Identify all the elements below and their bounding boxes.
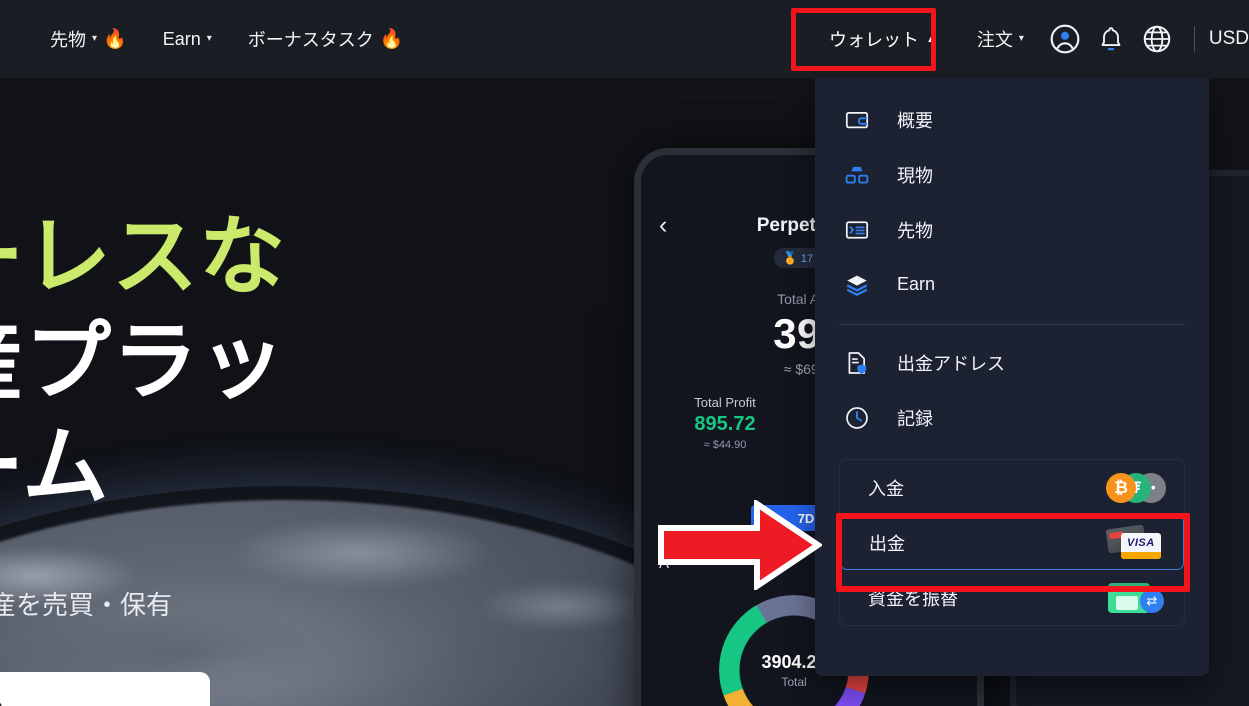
page-root: ーレスな 産プラッ ーム 資産を売買・保有 する ‹ Perpetual P 🏅… [0, 0, 1249, 706]
dropdown-item-history[interactable]: 記録 [815, 390, 1209, 445]
nav-item-bonus-task-label: ボーナスタスク [247, 30, 374, 50]
chevron-down-icon: ▾ [206, 33, 212, 44]
chevron-down-icon: ▾ [92, 33, 98, 44]
top-navigation-bar: 先物 ▾ 🔥 Earn ▾ ボーナスタスク 🔥 ウォレット ▲ 注文 ▾ USD [0, 0, 1249, 78]
nav-item-futures-label: 先物 [50, 30, 86, 50]
phone-stat-profit-value: 895.72 [694, 413, 756, 435]
futures-icon [843, 216, 871, 244]
dropdown-action-transfer[interactable]: 資金を振替 ⇄ [840, 570, 1184, 625]
visa-card-icon: VISA [1121, 532, 1161, 559]
wallet-icon [843, 106, 871, 134]
coin-cluster: •• ₮ ₿ [1106, 472, 1166, 503]
medal-icon: 🏅 [782, 251, 798, 265]
chevron-down-icon: ▾ [1018, 33, 1024, 44]
notification-bell-icon[interactable] [1088, 16, 1134, 62]
nav-item-orders[interactable]: 注文 ▾ [959, 26, 1042, 52]
withdrawal-address-icon [843, 349, 871, 377]
dropdown-item-withdrawal-address[interactable]: 出金アドレス [815, 335, 1209, 390]
hero-headline-line-3: ーム [0, 418, 110, 515]
earn-layers-icon [843, 271, 871, 299]
dropdown-actions-card: 入金 •• ₮ ₿ 出金 VISA [839, 459, 1185, 626]
wallet-dropdown-menu: 概要 現物 先物 Earn 出金アドレス 記録 入金 ₿ 出金 VISA 資金を… [815, 78, 1209, 676]
dropdown-item-history-label: 記録 [897, 408, 933, 429]
dropdown-item-spot[interactable]: 現物 [815, 147, 1209, 202]
history-clock-icon [843, 404, 871, 432]
nav-item-orders-label: 注文 [976, 30, 1013, 50]
nav-item-wallet[interactable]: ウォレット ▲ [807, 16, 959, 62]
nav-item-wallet-label: ウォレット [828, 30, 919, 50]
deposit-coins-icon: •• ₮ ₿ [1106, 472, 1166, 503]
phone-stat-profit-label: Total Profit [694, 395, 756, 410]
nav-right-group: ウォレット ▲ 注文 ▾ USD [807, 16, 1249, 62]
nav-item-bonus-task[interactable]: ボーナスタスク 🔥 [230, 26, 422, 52]
dropdown-item-overview-label: 概要 [897, 110, 933, 131]
red-pointer-arrow-annotation [657, 500, 822, 590]
transfer-funds-icon: ⇄ [1108, 581, 1164, 615]
dropdown-item-withdrawal-address-label: 出金アドレス [897, 353, 1005, 374]
cookie-notice-box[interactable]: する [0, 672, 210, 706]
account-icon[interactable] [1042, 16, 1088, 62]
dropdown-item-futures[interactable]: 先物 [815, 202, 1209, 257]
phone-stat-profit: Total Profit 895.72 ≈ $44.90 [641, 395, 809, 451]
cookie-notice-text: する [0, 690, 4, 706]
dropdown-divider [839, 324, 1185, 325]
chevron-up-icon: ▲ [925, 32, 937, 45]
fire-icon: 🔥 [379, 29, 404, 50]
dropdown-action-transfer-label: 資金を振替 [868, 588, 958, 609]
dropdown-action-deposit-label: 入金 [868, 478, 904, 499]
nav-item-futures[interactable]: 先物 ▾ 🔥 [32, 26, 145, 52]
spot-icon [843, 161, 871, 189]
dropdown-item-spot-label: 現物 [897, 165, 933, 186]
nav-item-earn[interactable]: Earn ▾ [145, 29, 230, 50]
dropdown-item-overview[interactable]: 概要 [815, 92, 1209, 147]
currency-selector[interactable]: USD [1209, 28, 1249, 50]
hero-headline-line-1: ーレスな [0, 209, 286, 305]
nav-item-earn-label: Earn [162, 28, 201, 49]
nav-left-group: 先物 ▾ 🔥 Earn ▾ ボーナスタスク 🔥 [0, 26, 421, 52]
transfer-art: ⇄ [1108, 581, 1164, 615]
phone-donut-total-label: Total [781, 674, 807, 689]
hero-headline: ーレスな 産プラッ ーム [0, 205, 286, 520]
card-art: VISA [1105, 523, 1163, 559]
dropdown-item-earn-label: Earn [897, 274, 936, 294]
withdraw-cards-icon: VISA [1105, 523, 1163, 559]
dropdown-item-futures-label: 先物 [897, 220, 933, 241]
language-globe-icon[interactable] [1134, 16, 1180, 62]
dropdown-action-deposit[interactable]: 入金 •• ₮ ₿ [840, 460, 1184, 515]
fire-icon: 🔥 [103, 29, 127, 50]
transfer-arrows-icon: ⇄ [1140, 588, 1164, 613]
dropdown-action-withdraw-label: 出金 [869, 533, 905, 554]
bitcoin-coin-icon: ₿ [1106, 472, 1136, 503]
hero-headline-line-2: 産プラッ [0, 313, 286, 410]
phone-stat-profit-sub: ≈ $44.90 [703, 439, 747, 451]
hero-subtitle: 資産を売買・保有 [0, 590, 173, 620]
dropdown-action-withdraw[interactable]: 出金 VISA [840, 515, 1184, 570]
header-divider [1193, 26, 1195, 52]
dropdown-item-earn[interactable]: Earn [815, 257, 1209, 312]
